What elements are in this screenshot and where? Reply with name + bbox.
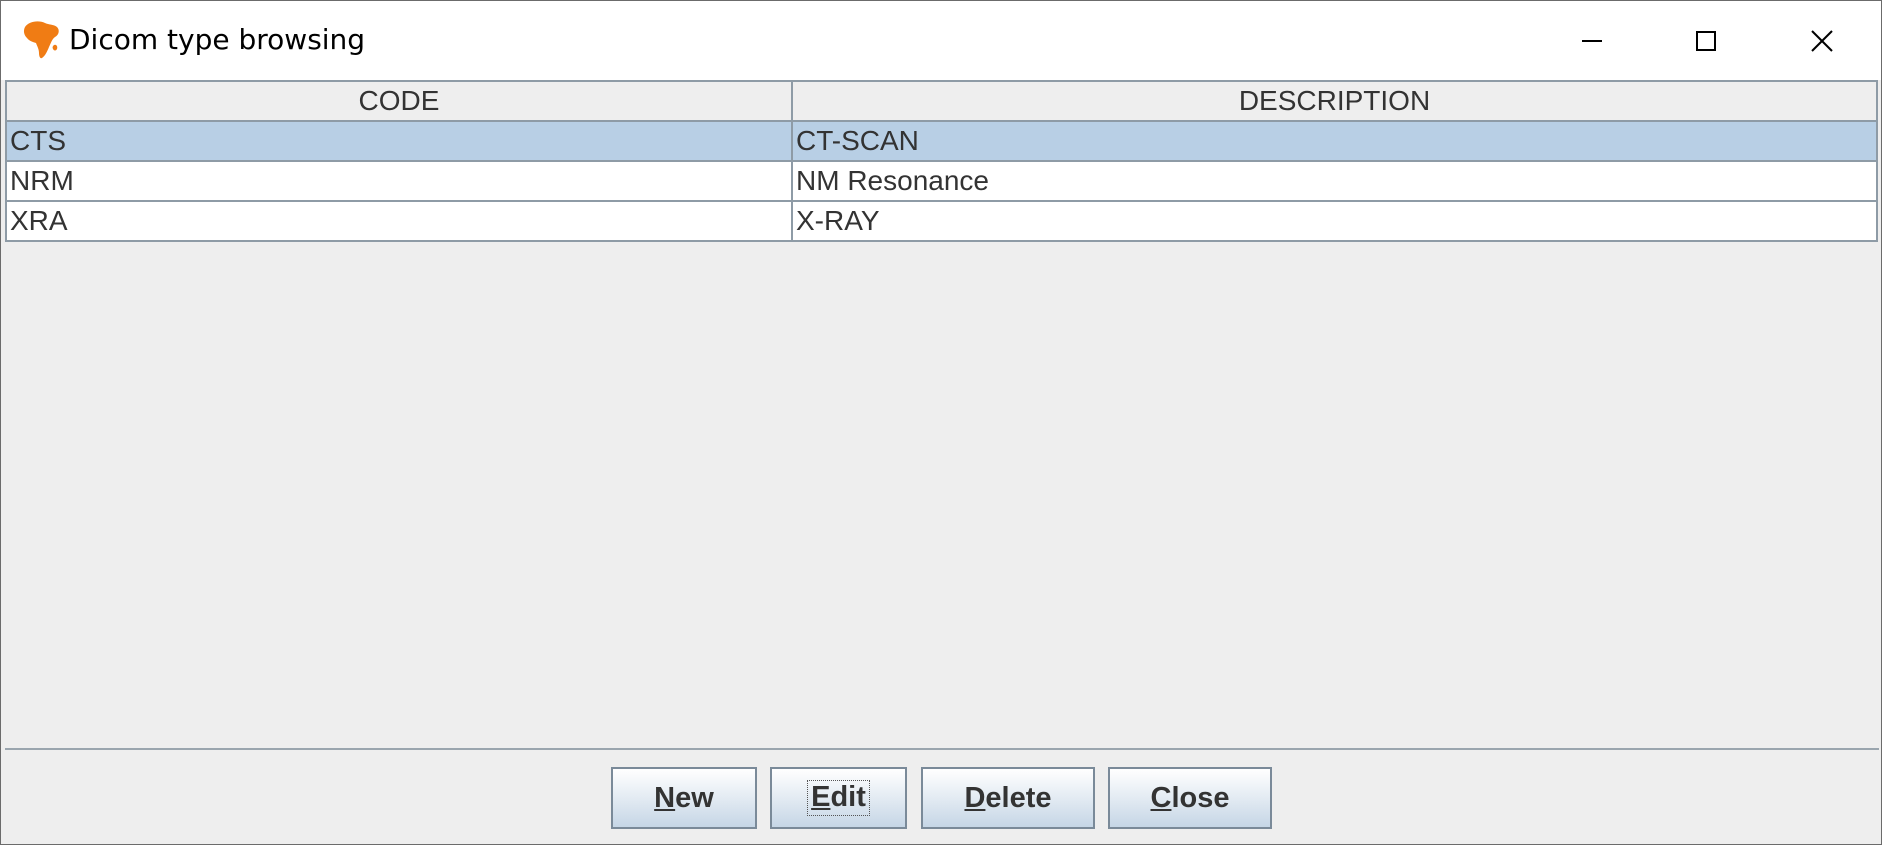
table-header-row: CODE DESCRIPTION bbox=[5, 80, 1878, 122]
close-button-label: lose bbox=[1171, 781, 1230, 814]
maximize-icon bbox=[1696, 30, 1716, 51]
cell-code[interactable]: CTS bbox=[5, 120, 793, 162]
edit-button-label: dit bbox=[830, 781, 866, 814]
close-button[interactable]: Close bbox=[1108, 767, 1272, 829]
table-row[interactable]: NRM NM Resonance bbox=[5, 160, 1878, 202]
close-button-mnemonic: C bbox=[1150, 781, 1172, 814]
button-bar: New Edit Delete Close bbox=[1, 763, 1881, 833]
cell-code[interactable]: XRA bbox=[5, 200, 793, 242]
column-header-code[interactable]: CODE bbox=[5, 80, 793, 122]
cell-description[interactable]: CT-SCAN bbox=[791, 120, 1878, 162]
dicom-type-table[interactable]: CODE DESCRIPTION CTS CT-SCAN NRM NM Reso… bbox=[5, 80, 1878, 242]
table-row[interactable]: XRA X-RAY bbox=[5, 200, 1878, 242]
window-title: Dicom type browsing bbox=[69, 23, 366, 56]
delete-button-label: elete bbox=[985, 781, 1052, 814]
minimize-button[interactable] bbox=[1535, 1, 1649, 80]
close-icon bbox=[1811, 29, 1833, 52]
close-window-button[interactable] bbox=[1765, 1, 1879, 80]
dicom-type-table-panel[interactable]: CODE DESCRIPTION CTS CT-SCAN NRM NM Reso… bbox=[5, 80, 1879, 750]
minimize-icon bbox=[1582, 39, 1602, 42]
africa-map-icon bbox=[23, 21, 59, 59]
delete-button-mnemonic: D bbox=[964, 781, 986, 814]
dicom-type-window: Dicom type browsing CODE DESCRIPTION CTS… bbox=[0, 0, 1882, 845]
cell-description[interactable]: X-RAY bbox=[791, 200, 1878, 242]
new-button[interactable]: New bbox=[611, 767, 757, 829]
cell-description[interactable]: NM Resonance bbox=[791, 160, 1878, 202]
edit-button-focus: Edit bbox=[807, 780, 870, 816]
table-row[interactable]: CTS CT-SCAN bbox=[5, 120, 1878, 162]
new-button-mnemonic: N bbox=[654, 781, 676, 814]
edit-button-mnemonic: E bbox=[811, 781, 831, 814]
delete-button[interactable]: Delete bbox=[921, 767, 1095, 829]
maximize-button[interactable] bbox=[1649, 1, 1763, 80]
new-button-label: ew bbox=[675, 781, 714, 814]
edit-button[interactable]: Edit bbox=[770, 767, 907, 829]
cell-code[interactable]: NRM bbox=[5, 160, 793, 202]
title-bar[interactable]: Dicom type browsing bbox=[1, 1, 1881, 80]
column-header-description[interactable]: DESCRIPTION bbox=[791, 80, 1878, 122]
